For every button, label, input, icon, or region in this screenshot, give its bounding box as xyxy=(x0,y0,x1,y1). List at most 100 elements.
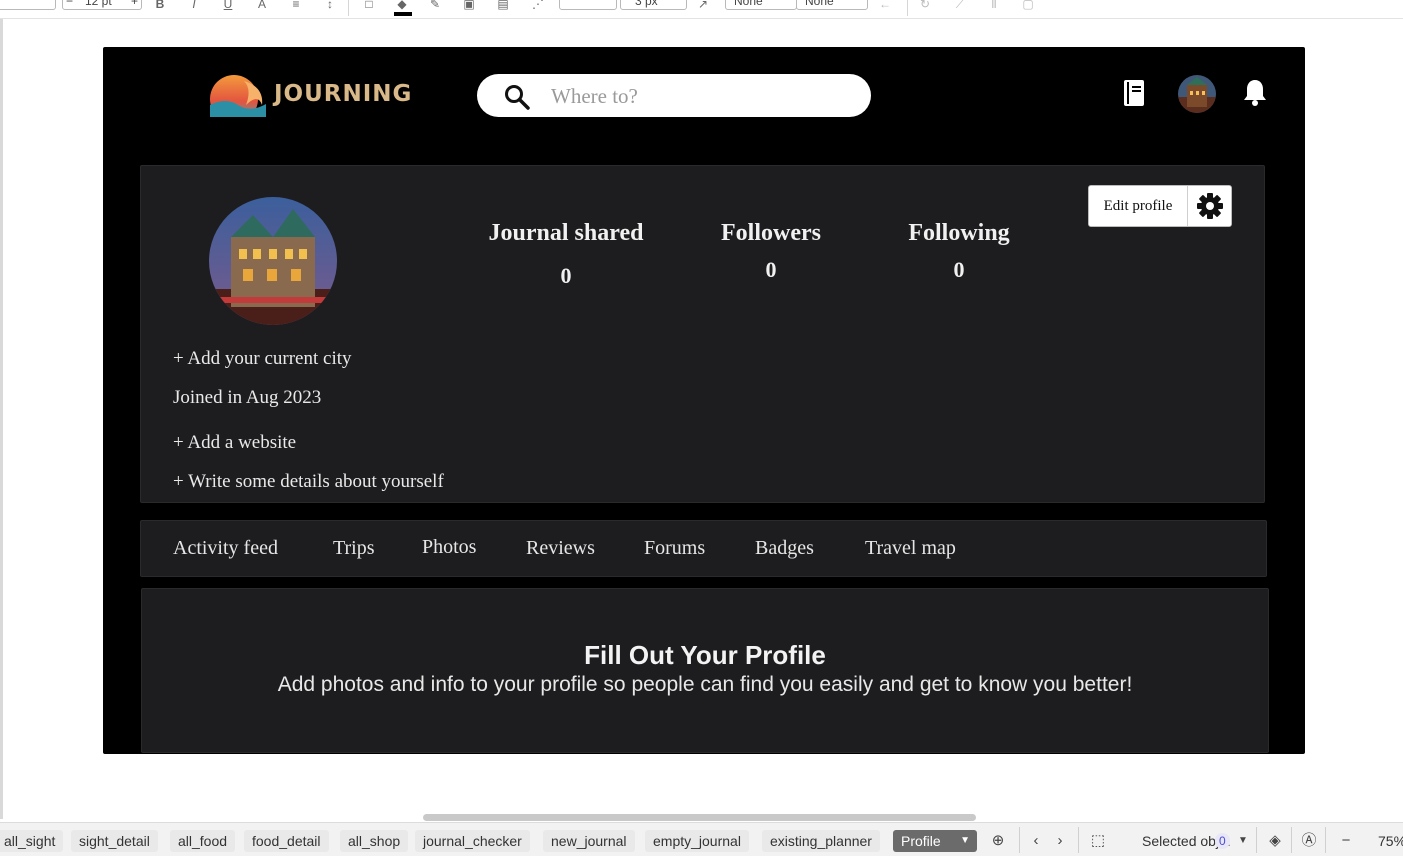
connector-icon[interactable]: ← xyxy=(877,0,893,10)
line-color-icon[interactable]: ✎ xyxy=(427,0,443,10)
stat-value: 0 xyxy=(560,263,572,288)
sheet-tabs-bar: all_sight sight_detail all_food food_det… xyxy=(0,822,1403,856)
line-width-stepper[interactable]: 3 px xyxy=(620,0,687,10)
statusbar-divider xyxy=(1325,827,1326,853)
italic-icon[interactable]: I xyxy=(186,0,202,10)
tab-travel-map[interactable]: Travel map xyxy=(865,537,956,560)
font-color-icon[interactable]: A xyxy=(254,0,270,10)
search-icon[interactable] xyxy=(503,83,531,111)
search-input[interactable] xyxy=(551,80,851,112)
accessibility-check-icon[interactable]: Ⓐ xyxy=(1299,831,1319,851)
line-style-icon[interactable]: ⋰ xyxy=(530,0,546,10)
sheet-tab[interactable]: sight_detail xyxy=(71,830,158,852)
add-city-link[interactable]: + Add your current city xyxy=(173,348,352,370)
plus-icon[interactable]: + xyxy=(131,0,138,8)
tab-reviews[interactable]: Reviews xyxy=(526,537,595,560)
line-spacing-icon[interactable]: ↕ xyxy=(322,0,338,10)
add-website-link[interactable]: + Add a website xyxy=(173,432,296,454)
empty-state-panel: Fill Out Your Profile Add photos and inf… xyxy=(141,588,1269,753)
canvas-edge xyxy=(0,19,3,819)
settings-button[interactable] xyxy=(1188,186,1231,226)
gear-icon xyxy=(1196,193,1223,219)
bold-icon[interactable]: B xyxy=(152,0,168,10)
profile-photo-image xyxy=(209,197,337,325)
stat-value: 0 xyxy=(765,257,777,282)
profile-photo[interactable] xyxy=(209,197,337,325)
profile-tabs: Activity feed Trips Photos Reviews Forum… xyxy=(140,520,1267,577)
sheet-tab[interactable]: new_journal xyxy=(543,830,635,852)
arrow-start-value: None xyxy=(734,0,763,8)
write-details-link[interactable]: + Write some details about yourself xyxy=(173,471,444,493)
shape-icon[interactable]: □ xyxy=(361,0,377,10)
tab-activity-feed[interactable]: Activity feed xyxy=(173,537,278,560)
stat-following[interactable]: Following 0 xyxy=(899,220,1019,283)
arrange-icon[interactable]: ▢ xyxy=(1020,0,1036,10)
stat-label: Journal shared xyxy=(488,220,644,246)
stat-followers[interactable]: Followers 0 xyxy=(711,220,831,283)
statusbar-divider xyxy=(1291,827,1292,853)
editor-toolbar: − 12 pt + B I U A ≡ ↕ □ ◆ ✎ ▣ ▤ ⋰ 3 px ↗… xyxy=(0,0,1403,19)
font-name-select[interactable] xyxy=(0,0,56,10)
previous-sheet-icon[interactable]: ‹ xyxy=(1026,831,1046,851)
sheet-tab-active[interactable]: Profile ▼ xyxy=(893,830,977,852)
rotate-icon[interactable]: ↻ xyxy=(917,0,933,10)
avatar-image xyxy=(1178,75,1216,113)
minus-icon[interactable]: − xyxy=(66,0,73,8)
tab-trips[interactable]: Trips xyxy=(333,537,375,560)
arrow-end-select[interactable]: None xyxy=(796,0,868,10)
journal-book-icon[interactable] xyxy=(1122,79,1146,107)
fill-color-icon[interactable]: ◆ xyxy=(394,0,410,10)
selection-cursor-icon: ⬚ xyxy=(1090,832,1106,849)
logo-wordmark: JOURNING xyxy=(274,81,413,107)
tab-photos[interactable]: Photos xyxy=(422,536,476,559)
stat-value: 0 xyxy=(953,257,965,282)
next-sheet-icon[interactable]: › xyxy=(1050,831,1070,851)
sheet-tab[interactable]: journal_checker xyxy=(415,830,530,852)
textbox-icon[interactable]: ▤ xyxy=(495,0,511,10)
zoom-out-icon[interactable]: − xyxy=(1336,831,1356,851)
statusbar-divider xyxy=(1019,827,1020,853)
sheet-tab[interactable]: all_sight xyxy=(0,830,64,852)
sheet-tab[interactable]: all_food xyxy=(170,830,236,852)
sheet-tab[interactable]: food_detail xyxy=(244,830,329,852)
profile-page-mockup: JOURNING Where to? + Add your current ci… xyxy=(103,47,1305,754)
sheet-tab[interactable]: empty_journal xyxy=(645,830,749,852)
selection-menu-chevron-icon[interactable]: ▼ xyxy=(1233,831,1253,851)
edit-points-icon[interactable]: ⟋ xyxy=(952,0,968,10)
fill-color-swatch xyxy=(394,12,412,16)
arrow-start-select[interactable]: None xyxy=(725,0,797,10)
layers-icon[interactable]: ◈ xyxy=(1265,831,1285,851)
profile-summary-card: + Add your current city Joined in Aug 20… xyxy=(140,165,1265,503)
add-sheet-icon[interactable]: ⊕ xyxy=(988,831,1008,851)
edit-profile-button[interactable]: Edit profile xyxy=(1089,186,1188,226)
toolbar-divider xyxy=(907,0,908,16)
line-width-value: 3 px xyxy=(635,0,658,8)
chevron-down-icon[interactable]: ▼ xyxy=(960,830,970,852)
sheet-tab[interactable]: existing_planner xyxy=(762,830,880,852)
shadow-icon[interactable]: ▣ xyxy=(461,0,477,10)
tab-badges[interactable]: Badges xyxy=(755,537,814,560)
align-objects-icon[interactable]: ⫴ xyxy=(986,0,1002,10)
arrow-icon[interactable]: ↗ xyxy=(695,0,711,10)
selection-count-badge: 0 xyxy=(1215,833,1230,849)
search-bar[interactable] xyxy=(477,74,871,117)
align-icon[interactable]: ≡ xyxy=(288,0,304,10)
sheet-tab[interactable]: all_shop xyxy=(340,830,409,852)
journing-logo[interactable]: JOURNING xyxy=(204,69,414,125)
sunset-wave-logo-icon xyxy=(204,75,270,123)
edit-profile-group: Edit profile xyxy=(1088,185,1232,227)
user-avatar[interactable] xyxy=(1178,75,1216,113)
joined-date-text: Joined in Aug 2023 xyxy=(173,387,322,408)
horizontal-scrollbar[interactable] xyxy=(423,814,976,821)
stat-label: Following xyxy=(908,220,1010,246)
arrow-end-value: None xyxy=(805,0,834,8)
notification-bell-icon[interactable] xyxy=(1242,78,1268,106)
active-sheet-label: Profile xyxy=(901,833,941,849)
stat-journal-shared[interactable]: Journal shared 0 xyxy=(486,220,646,289)
zoom-level[interactable]: 75% xyxy=(1378,831,1403,851)
font-size-stepper[interactable]: − 12 pt + xyxy=(62,0,142,10)
line-style-select[interactable] xyxy=(559,0,617,10)
tab-forums[interactable]: Forums xyxy=(644,537,705,560)
underline-icon[interactable]: U xyxy=(220,0,236,10)
toolbar-divider xyxy=(348,0,349,16)
